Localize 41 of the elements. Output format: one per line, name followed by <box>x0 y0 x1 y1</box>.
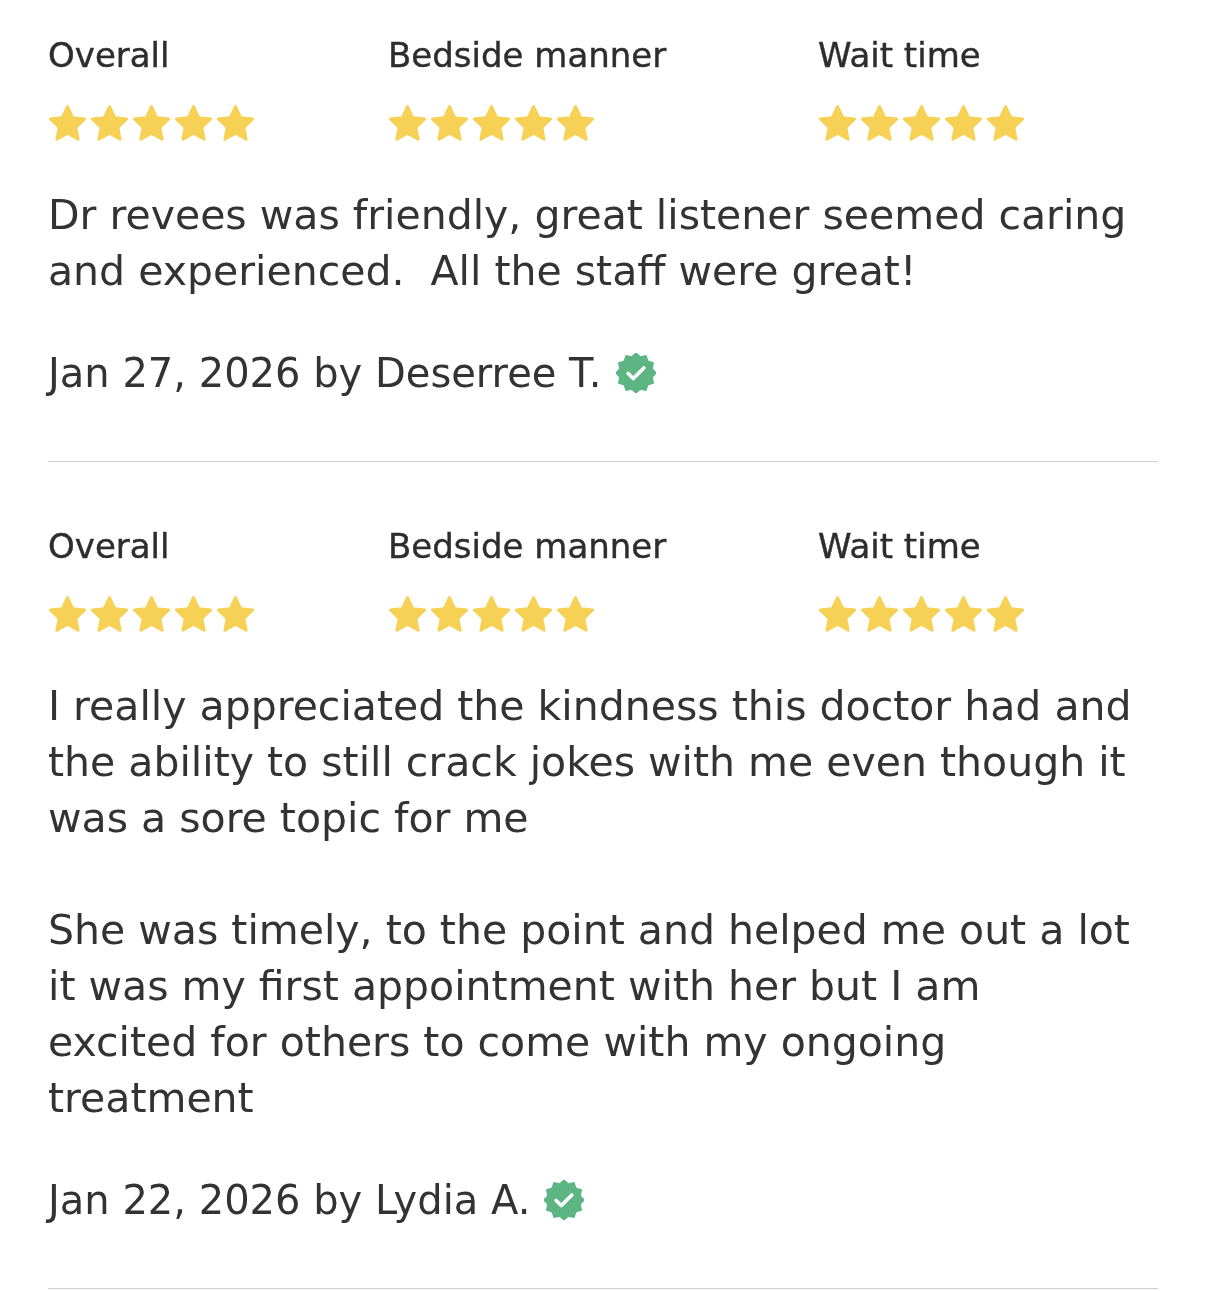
star-icon <box>216 104 255 142</box>
review-text: She was timely, to the point and helped me out a lot it was my first appointment with her but I am excited for others to come with my ongoing treatment <box>48 905 1131 1124</box>
star-icon <box>860 104 899 142</box>
star-icon <box>556 104 595 142</box>
star-icon <box>48 104 87 142</box>
star-icon <box>174 595 213 633</box>
star-icon <box>388 595 427 633</box>
review-text: Dr revees was friendly, great listener seemed caring and experienced. All the staff were great! <box>48 190 1128 297</box>
star-icon <box>514 595 553 633</box>
star-icon <box>818 595 857 633</box>
star-icon <box>472 104 511 142</box>
star-icon <box>48 595 87 633</box>
star-icon <box>986 104 1025 142</box>
star-icon <box>388 104 427 142</box>
star-icon <box>944 104 983 142</box>
rating-label: Overall <box>48 526 170 566</box>
star-icon <box>430 595 469 633</box>
star-icon <box>472 595 511 633</box>
rating-label: Wait time <box>818 35 981 75</box>
review-text: I really appreciated the kindness this doctor had and the ability to still crack jokes with me even though it was a sore topic for me <box>48 681 1133 844</box>
rating-label: Bedside manner <box>388 526 667 566</box>
star-icon <box>902 104 941 142</box>
star-icon <box>132 104 171 142</box>
rating-label: Wait time <box>818 526 981 566</box>
review-byline: Jan 27, 2026 by Deserree T. <box>48 349 602 398</box>
star-icon <box>216 595 255 633</box>
review-byline: Jan 22, 2026 by Lydia A. <box>48 1176 531 1225</box>
star-icon <box>556 595 595 633</box>
star-icon <box>174 104 213 142</box>
star-icon <box>944 595 983 633</box>
rating-label: Bedside manner <box>388 35 667 75</box>
star-icon <box>986 595 1025 633</box>
star-icon <box>90 595 129 633</box>
star-icon <box>514 104 553 142</box>
star-icon <box>818 104 857 142</box>
star-icon <box>132 595 171 633</box>
rating-label: Overall <box>48 35 170 75</box>
star-icon <box>902 595 941 633</box>
star-icon <box>430 104 469 142</box>
star-icon <box>90 104 129 142</box>
star-icon <box>860 595 899 633</box>
